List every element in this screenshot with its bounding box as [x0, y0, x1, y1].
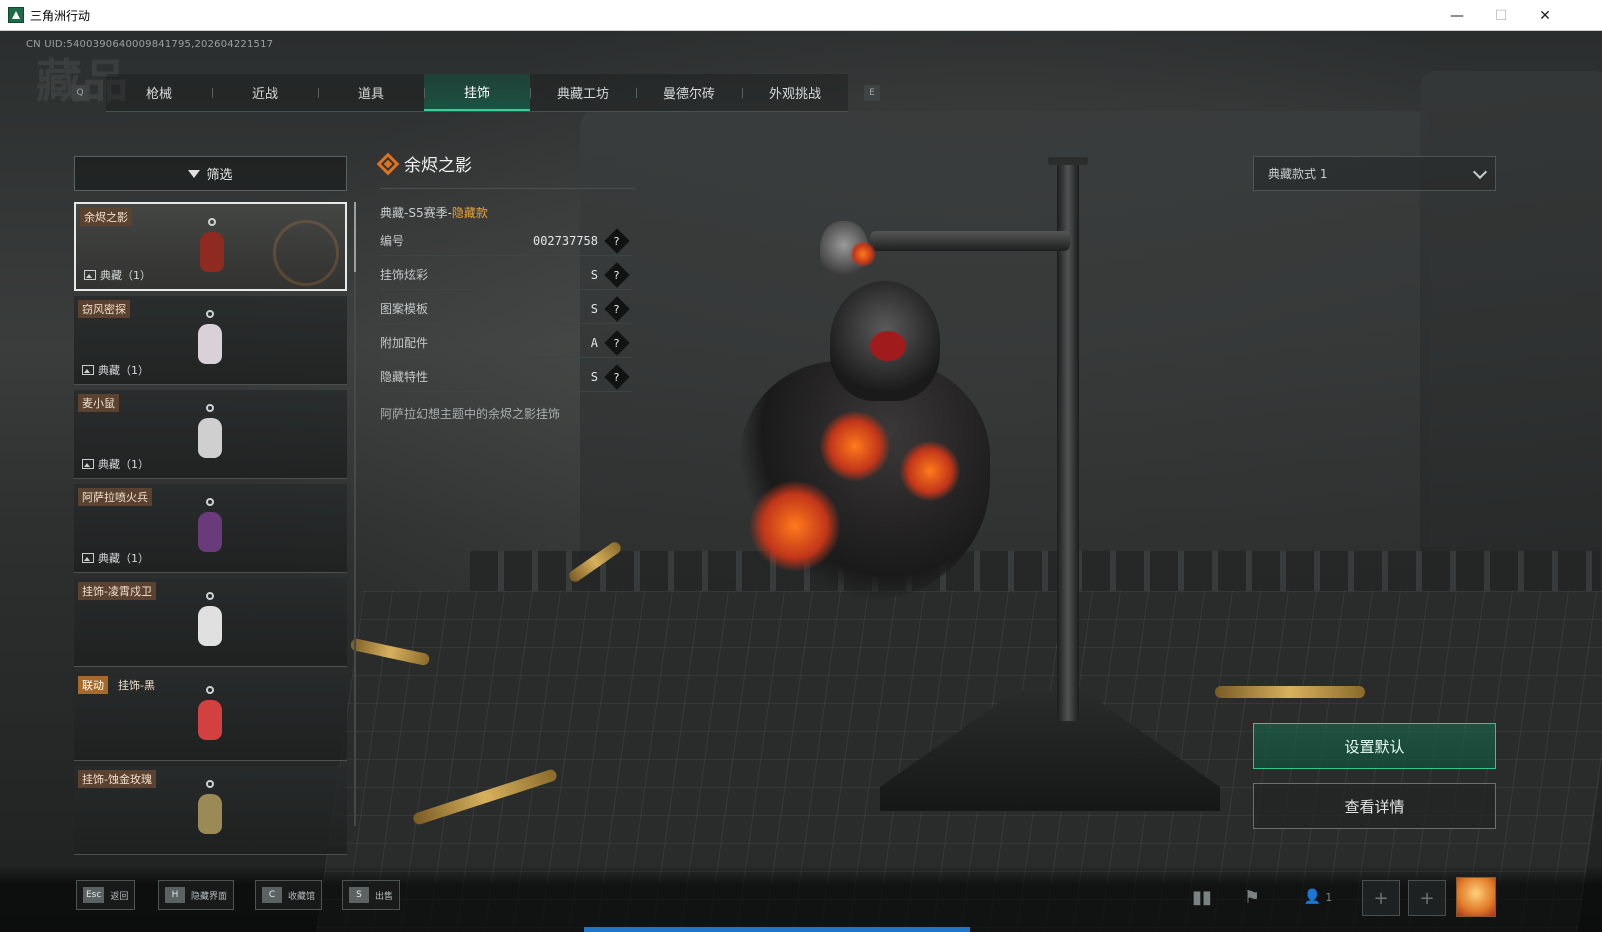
tab-items[interactable]: 道具	[318, 74, 424, 111]
image-icon	[82, 553, 94, 563]
hotkey-museum[interactable]: C 收藏馆	[255, 880, 323, 910]
item-description: 阿萨拉幻想主题中的余烬之影挂饰	[380, 407, 561, 421]
chevron-down-icon	[1472, 164, 1488, 180]
help-icon[interactable]: ?	[604, 329, 630, 356]
detail-header: 余烬之影	[376, 151, 472, 176]
item-count: 典藏（1）	[82, 550, 149, 566]
party-count: 1	[1325, 890, 1333, 904]
window-titlebar: 三角洲行动 — ☐ ✕	[0, 0, 1602, 31]
list-item[interactable]: 余烬之影 典藏（1）	[74, 202, 347, 291]
item-name: 阿萨拉喷火兵	[78, 488, 152, 506]
charm-thumbnail	[192, 592, 228, 652]
hotkey-back[interactable]: Esc 返回	[76, 880, 136, 910]
attribute-value: 002737758	[532, 233, 598, 248]
next-tab-key[interactable]: E	[864, 85, 880, 101]
charm-thumbnail	[192, 780, 228, 840]
bullet-decoration	[1215, 686, 1365, 698]
list-item[interactable]: 阿萨拉喷火兵 典藏（1）	[74, 484, 347, 573]
party-icon[interactable]: 👤 1	[1290, 880, 1346, 914]
charm-thumbnail	[192, 310, 228, 370]
help-icon[interactable]: ?	[604, 261, 630, 288]
attribute-row-hidden-trait: 隐藏特性 S ?	[380, 362, 632, 392]
image-icon	[84, 270, 96, 280]
charm-list: 余烬之影 典藏（1） 窃风密探 典藏（1） 麦小鼠 典藏（1） 阿萨拉喷火兵 典…	[74, 202, 347, 862]
charm-thumbnail	[192, 404, 228, 464]
display-stand-cap	[1048, 157, 1088, 165]
tab-charms[interactable]: 挂饰	[424, 74, 530, 111]
party-slot-add[interactable]: +	[1362, 880, 1400, 916]
category-tabs: 枪械 近战 道具 挂饰 典藏工坊 曼德尔砖 外观挑战	[106, 74, 848, 112]
attribute-value: S	[590, 301, 598, 316]
list-item[interactable]: 挂饰-蚀金玫瑰	[74, 766, 347, 855]
divider	[380, 188, 635, 189]
loading-progress-bar	[584, 927, 970, 932]
item-name: 麦小鼠	[78, 394, 119, 412]
attribute-row-serial: 编号 002737758 ?	[380, 226, 632, 256]
collab-badge: 联动	[78, 676, 108, 694]
hotkey-sell[interactable]: S 出售	[342, 880, 401, 910]
season-label: 典藏-S5赛季-隐藏款	[380, 206, 488, 220]
flag-icon[interactable]: ⚑	[1232, 880, 1272, 914]
item-count: 典藏（1）	[82, 456, 149, 472]
app-logo-icon	[8, 7, 24, 23]
charm-thumbnail	[194, 218, 230, 278]
filter-label: 筛选	[206, 168, 233, 183]
item-name: 挂饰-凌霄戍卫	[78, 582, 156, 600]
item-count: 典藏（1）	[82, 362, 149, 378]
stats-icon[interactable]: ▮▮	[1182, 880, 1222, 914]
charm-thumbnail	[192, 686, 228, 746]
view-details-button[interactable]: 查看详情	[1253, 783, 1496, 829]
minimize-button[interactable]: —	[1434, 0, 1480, 31]
tab-workshop[interactable]: 典藏工坊	[530, 74, 636, 111]
avatar[interactable]	[1456, 877, 1496, 917]
item-name: 余烬之影	[80, 208, 132, 226]
variant-select[interactable]: 典藏款式 1	[1253, 156, 1496, 191]
set-default-button[interactable]: 设置默认	[1253, 723, 1496, 769]
list-scrollbar[interactable]	[354, 202, 356, 826]
charm-3d-model[interactable]	[730, 211, 1000, 611]
attribute-value: S	[590, 369, 598, 384]
hotkey-hide-ui[interactable]: H 隐藏界面	[158, 880, 235, 910]
list-item[interactable]: 挂饰-凌霄戍卫	[74, 578, 347, 667]
help-icon[interactable]: ?	[604, 295, 630, 322]
charm-thumbnail	[192, 498, 228, 558]
image-icon	[82, 365, 94, 375]
maximize-button[interactable]: ☐	[1478, 0, 1524, 31]
item-count: 典藏（1）	[84, 267, 151, 283]
filter-button[interactable]: 筛选	[74, 156, 347, 191]
image-icon	[82, 459, 94, 469]
filter-icon	[188, 169, 201, 178]
item-name: 挂饰-蚀金玫瑰	[78, 770, 156, 788]
attribute-value: S	[590, 267, 598, 282]
tab-appearance-challenge[interactable]: 外观挑战	[742, 74, 848, 111]
window-title: 三角洲行动	[30, 8, 91, 23]
help-icon[interactable]: ?	[604, 363, 630, 390]
tab-melee[interactable]: 近战	[212, 74, 318, 111]
attribute-value: A	[590, 335, 598, 350]
party-slot-add[interactable]: +	[1408, 880, 1446, 916]
prev-tab-key[interactable]: Q	[72, 85, 88, 101]
help-icon[interactable]: ?	[604, 227, 630, 254]
user-uid: CN UID:5400390640009841795,202604221517	[26, 39, 274, 50]
background-shelf	[470, 551, 1600, 591]
tab-mandel-brick[interactable]: 曼德尔砖	[636, 74, 742, 111]
item-name: 窃风密探	[78, 300, 130, 318]
tab-guns[interactable]: 枪械	[106, 74, 212, 111]
scrollbar-thumb[interactable]	[354, 202, 356, 272]
list-item[interactable]: 联动 挂饰-黑	[74, 672, 347, 761]
list-item[interactable]: 麦小鼠 典藏（1）	[74, 390, 347, 479]
attribute-row-accessory: 附加配件 A ?	[380, 328, 632, 358]
detail-title: 余烬之影	[404, 156, 472, 176]
rarity-diamond-icon	[376, 152, 400, 175]
collection-seal-icon	[273, 220, 339, 286]
hidden-edition-label: 隐藏款	[451, 206, 488, 220]
attribute-row-color: 挂饰炫彩 S ?	[380, 260, 632, 290]
close-button[interactable]: ✕	[1522, 0, 1568, 31]
list-item[interactable]: 窃风密探 典藏（1）	[74, 296, 347, 385]
attribute-row-pattern: 图案模板 S ?	[380, 294, 632, 324]
item-name: 挂饰-黑	[118, 679, 155, 692]
game-viewport: 藏品 CN UID:5400390640009841795,2026042215…	[0, 31, 1602, 932]
